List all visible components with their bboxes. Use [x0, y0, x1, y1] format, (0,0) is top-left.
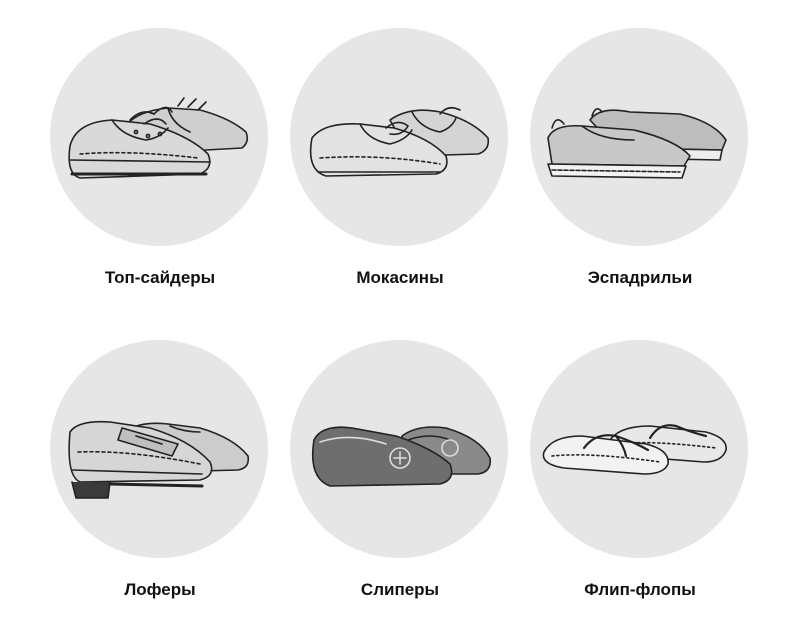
- loafers-image: [50, 340, 268, 558]
- slippers-label: Слиперы: [360, 580, 440, 599]
- moccasin-shoe-icon: [309, 106, 490, 177]
- slippers-image: [290, 340, 508, 558]
- loafers-label: Лоферы: [124, 580, 196, 599]
- shoe-grid: Топ-сайдеры Мокасины Эспадрильи Лоферы С…: [0, 0, 800, 640]
- shoe-card-top-siders[interactable]: Топ-сайдеры: [40, 28, 280, 328]
- shoe-card-flip-flops[interactable]: Флип-флопы: [520, 340, 760, 640]
- shoe-card-loafers[interactable]: Лоферы: [40, 340, 280, 640]
- slipper-shoe-icon: [311, 426, 492, 487]
- shoe-card-espadrilles[interactable]: Эспадрильи: [520, 28, 760, 328]
- shoe-card-moccasins[interactable]: Мокасины: [280, 28, 520, 328]
- loafer-shoe-icon: [68, 420, 250, 499]
- flip-flops-label: Флип-флопы: [584, 580, 696, 599]
- flip-flop-shoe-icon: [542, 424, 727, 475]
- shoe-card-slippers[interactable]: Слиперы: [280, 340, 520, 640]
- espadrille-shoe-icon: [547, 108, 727, 179]
- flip-flops-image: [530, 340, 748, 558]
- top-sider-shoe-icon: [68, 97, 249, 179]
- top-siders-label: Топ-сайдеры: [104, 268, 216, 287]
- moccasins-label: Мокасины: [356, 268, 444, 287]
- moccasins-image: [290, 28, 508, 246]
- top-siders-image: [50, 28, 268, 246]
- espadrilles-image: [530, 28, 748, 246]
- espadrilles-label: Эспадрильи: [587, 268, 693, 287]
